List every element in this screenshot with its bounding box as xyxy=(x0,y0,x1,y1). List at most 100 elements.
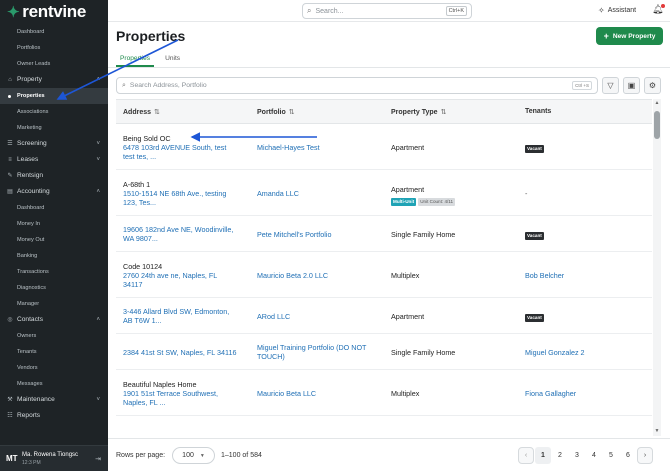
property-address-link[interactable]: Naples, FL ... xyxy=(123,398,251,407)
sidebar-item-vendors[interactable]: Vendors xyxy=(0,360,108,376)
page-button[interactable]: 3 xyxy=(569,447,585,464)
sidebar-item-dashboard[interactable]: Dashboard xyxy=(0,24,108,40)
rows-per-page-select[interactable]: 100 ▼ xyxy=(172,447,215,464)
sort-icon[interactable]: ⇅ xyxy=(289,109,295,116)
user-profile[interactable]: MT Ma. Rowena Tiongsc 12:3 PM ⇥ xyxy=(0,445,108,471)
global-search[interactable]: ⌕ Search... Ctrl+K xyxy=(302,3,472,19)
tenant-link[interactable]: Bob Belcher xyxy=(525,271,564,280)
gear-icon: ⚙ xyxy=(648,81,657,90)
portfolio-link[interactable]: Mauricio Beta 2.0 LLC xyxy=(257,271,385,280)
sidebar-item-transactions[interactable]: Transactions xyxy=(0,264,108,280)
table-row[interactable]: 2384 41st St SW, Naples, FL 34116 Miguel … xyxy=(116,334,652,370)
property-address-link[interactable]: WA 9807... xyxy=(123,234,251,243)
sidebar-item-contacts[interactable]: ◎ Contacts ˄ xyxy=(0,312,108,328)
property-address-link[interactable]: 3-446 Allard Blvd SW, Edmonton, xyxy=(123,307,251,316)
table-scrollbar[interactable]: ▲ ▼ xyxy=(653,99,661,436)
notification-dot xyxy=(661,4,666,8)
tab-units[interactable]: Units xyxy=(161,52,184,67)
page-button[interactable]: 6 xyxy=(620,447,636,464)
sidebar-item-maintenance[interactable]: ⚒ Maintenance ˅ xyxy=(0,392,108,408)
search-input[interactable]: Search... xyxy=(315,8,445,15)
sidebar-item-screening[interactable]: ☰ Screening ˅ xyxy=(0,136,108,152)
property-address-link[interactable]: 1510-1514 NE 68th Ave., testing xyxy=(123,189,251,198)
portfolio-link[interactable]: Michael-Hayes Test xyxy=(257,143,385,152)
scroll-down-icon[interactable]: ▼ xyxy=(653,428,661,434)
sidebar-item-portfolios[interactable]: Portfolios xyxy=(0,40,108,56)
sort-icon[interactable]: ⇅ xyxy=(441,109,447,116)
new-property-button[interactable]: + New Property xyxy=(596,27,663,45)
tenant-link[interactable]: tesr xyxy=(525,435,537,437)
tenant-link[interactable]: Miguel Gonzalez 2 xyxy=(525,348,585,357)
page-button[interactable]: 1 xyxy=(535,447,551,464)
property-address-link[interactable]: 19606 182nd Ave NE, Woodinville, xyxy=(123,225,251,234)
portfolio-link[interactable]: Miguel Training Portfolio (DO NOT xyxy=(257,343,385,352)
sort-icon[interactable]: ⇅ xyxy=(154,109,160,116)
settings-button[interactable]: ⚙ xyxy=(644,77,661,94)
property-address-link[interactable]: 6478 103rd AVENUE South, test xyxy=(123,143,251,152)
sidebar-item-properties[interactable]: Properties xyxy=(0,88,108,104)
portfolio-link[interactable]: ARod LLC xyxy=(257,312,385,321)
column-header-address[interactable]: Address ⇅ xyxy=(123,108,160,116)
table-row[interactable]: Being Sold OC 6478 103rd AVENUE South, te… xyxy=(116,124,652,170)
save-view-button[interactable]: ▣ xyxy=(623,77,640,94)
property-search[interactable]: ⌕ Search Address, Portfolio Ctrl +S xyxy=(116,77,598,94)
portfolio-cell: Michael-Hayes Test xyxy=(257,143,385,152)
column-header-portfolio[interactable]: Portfolio ⇅ xyxy=(257,108,295,116)
property-address-link[interactable]: 2384 41st St SW, Naples, FL 34116 xyxy=(123,348,251,357)
sidebar-item-owner-leads[interactable]: Owner Leads xyxy=(0,56,108,72)
assistant-button[interactable]: ✧ Assistant xyxy=(598,6,636,15)
sidebar-item-diagnostics[interactable]: Diagnostics xyxy=(0,280,108,296)
property-address-link[interactable]: 1901 51st Terrace Southwest, xyxy=(123,389,251,398)
sidebar-item-associations[interactable]: Associations xyxy=(0,104,108,120)
vacant-badge: Vacant xyxy=(525,145,544,153)
sidebar-item-leases[interactable]: ≡ Leases ˅ xyxy=(0,152,108,168)
table-row[interactable]: Code 10124 2760 24th ave ne, Naples, FL 34… xyxy=(116,252,652,298)
property-address-link[interactable]: AB T6W 1... xyxy=(123,316,251,325)
page-button[interactable]: 2 xyxy=(552,447,568,464)
scrollbar-thumb[interactable] xyxy=(654,111,660,139)
sidebar-item-dashboard[interactable]: Dashboard xyxy=(0,200,108,216)
property-address-link[interactable]: 34117 xyxy=(123,280,251,289)
sidebar-item-accounting[interactable]: ▤ Accounting ˄ xyxy=(0,184,108,200)
portfolio-link[interactable]: Pete Mitchell's Portfolio xyxy=(257,230,385,239)
table-row[interactable]: Beautiful Naples Home 1901 51st Terrace S… xyxy=(116,370,652,416)
sidebar-item-tenants[interactable]: Tenants xyxy=(0,344,108,360)
scroll-up-icon[interactable]: ▲ xyxy=(653,100,661,106)
table-row[interactable]: 19606 182nd Ave NE, Woodinville, WA 9807.… xyxy=(116,216,652,252)
property-address-link[interactable]: 3101 54th St SW, Naples, FL 34116 xyxy=(123,435,251,437)
sidebar-item-messages[interactable]: Messages xyxy=(0,376,108,392)
sidebar-item-banking[interactable]: Banking xyxy=(0,248,108,264)
portfolio-link[interactable]: z xyxy=(257,435,385,437)
sidebar-item-property[interactable]: ⌂ Property ˄ xyxy=(0,72,108,88)
notifications-button[interactable]: 🔔︎ xyxy=(652,4,666,15)
table-row[interactable]: 3-446 Allard Blvd SW, Edmonton, AB T6W 1.… xyxy=(116,298,652,334)
sidebar-item-rentsign[interactable]: ✎ Rentsign xyxy=(0,168,108,184)
filter-button[interactable]: ▽ xyxy=(602,77,619,94)
property-address-link[interactable]: 123, Tes... xyxy=(123,198,251,207)
portfolio-link[interactable]: Amanda LLC xyxy=(257,189,385,198)
previous-page-button[interactable]: ‹ xyxy=(518,447,534,464)
property-search-input[interactable]: Search Address, Portfolio xyxy=(130,82,572,89)
sidebar-item-money-out[interactable]: Money Out xyxy=(0,232,108,248)
tab-properties[interactable]: Properties xyxy=(116,52,155,67)
table-row[interactable]: 3101 54th St SW, Naples, FL 34116 z Single… xyxy=(116,416,652,437)
logout-icon[interactable]: ⇥ xyxy=(95,455,101,463)
property-address-link[interactable]: test tes, ... xyxy=(123,152,251,161)
page-button[interactable]: 5 xyxy=(603,447,619,464)
column-header-property-type[interactable]: Property Type ⇅ xyxy=(391,108,446,116)
sidebar-item-money-in[interactable]: Money In xyxy=(0,216,108,232)
sidebar-item-manager[interactable]: Manager xyxy=(0,296,108,312)
address-cell: Beautiful Naples Home 1901 51st Terrace S… xyxy=(123,380,251,407)
table-row[interactable]: A-68th 1 1510-1514 NE 68th Ave., testing 1… xyxy=(116,170,652,216)
sidebar-item-reports[interactable]: ☷ Reports xyxy=(0,408,108,424)
page-title: Properties xyxy=(116,28,186,44)
sidebar-item-owners[interactable]: Owners xyxy=(0,328,108,344)
portfolio-link[interactable]: Mauricio Beta LLC xyxy=(257,389,385,398)
property-address-link[interactable]: 2760 24th ave ne, Naples, FL xyxy=(123,271,251,280)
page-button[interactable]: 4 xyxy=(586,447,602,464)
tenant-link[interactable]: Fiona Gallagher xyxy=(525,389,576,398)
portfolio-link[interactable]: TOUCH) xyxy=(257,352,385,361)
sidebar-item-marketing[interactable]: Marketing xyxy=(0,120,108,136)
next-page-button[interactable]: › xyxy=(637,447,653,464)
rentvine-logo[interactable]: ✦ rentvine xyxy=(0,0,108,24)
